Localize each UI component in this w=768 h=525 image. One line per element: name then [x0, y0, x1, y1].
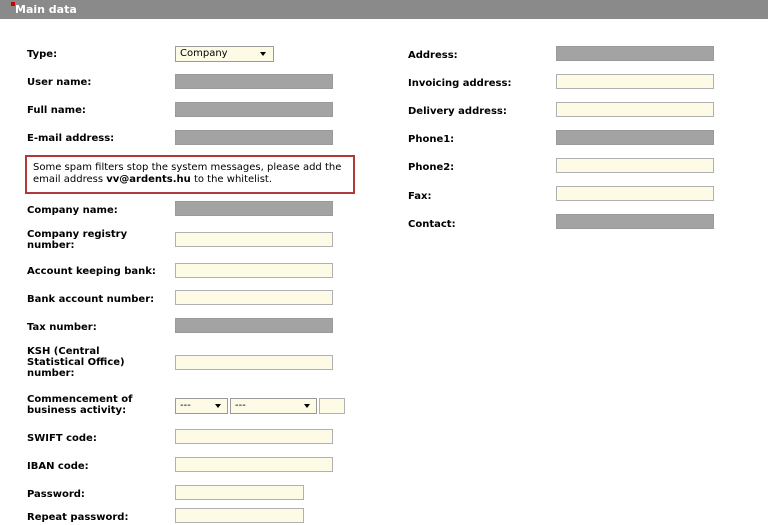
type-label: Type: [27, 49, 58, 60]
fax-field[interactable] [556, 186, 714, 201]
repeat-password-label: Repeat password: [27, 512, 129, 523]
ksh-label-line3: number: [27, 368, 75, 379]
ksh-field[interactable] [175, 355, 333, 370]
user-name-label: User name: [27, 77, 92, 88]
iban-label: IBAN code: [27, 461, 89, 472]
full-name-label: Full name: [27, 105, 86, 116]
commencement-day-field[interactable] [319, 398, 345, 414]
company-registry-label-line1: Company registry [27, 229, 128, 240]
delivery-address-label: Delivery address: [408, 106, 507, 117]
ksh-label-line2: Statistical Office) [27, 357, 125, 368]
chevron-down-icon [260, 52, 266, 56]
address-label: Address: [408, 50, 458, 61]
account-bank-field[interactable] [175, 263, 333, 278]
bank-account-label: Bank account number: [27, 294, 155, 305]
commencement-month-value: --- [235, 400, 246, 411]
swift-field[interactable] [175, 429, 333, 444]
company-name-label: Company name: [27, 205, 118, 216]
delivery-address-field[interactable] [556, 102, 714, 117]
commencement-label-line2: business activity: [27, 405, 127, 416]
iban-field[interactable] [175, 457, 333, 472]
swift-label: SWIFT code: [27, 433, 97, 444]
full-name-field[interactable] [175, 102, 333, 117]
company-registry-label: Company registry number: [27, 229, 127, 251]
phone2-label: Phone2: [408, 162, 455, 173]
fax-label: Fax: [408, 191, 432, 202]
contact-field[interactable] [556, 214, 714, 229]
chevron-down-icon [304, 404, 310, 408]
section-title: Main data [15, 3, 77, 16]
phone1-field[interactable] [556, 130, 714, 145]
chevron-down-icon [215, 404, 221, 408]
user-name-field[interactable] [175, 74, 333, 89]
email-field[interactable] [175, 130, 333, 145]
commencement-year-value: --- [180, 400, 191, 411]
invoicing-address-field[interactable] [556, 74, 714, 89]
invoicing-address-label: Invoicing address: [408, 78, 512, 89]
type-select-value: Company [180, 48, 228, 59]
tax-number-label: Tax number: [27, 322, 97, 333]
commencement-label-line1: Commencement of [27, 394, 133, 405]
repeat-password-field[interactable] [175, 508, 304, 523]
bank-account-field[interactable] [175, 290, 333, 305]
company-registry-label-line2: number: [27, 240, 75, 251]
company-registry-field[interactable] [175, 232, 333, 247]
notice-text-end: to the whitelist. [190, 174, 273, 185]
address-field[interactable] [556, 46, 714, 61]
phone2-field[interactable] [556, 158, 714, 173]
password-field[interactable] [175, 485, 304, 500]
commencement-label: Commencement of business activity: [27, 394, 132, 416]
company-name-field[interactable] [175, 201, 333, 216]
ksh-label-line1: KSH (Central [27, 346, 100, 357]
section-header: Main data [0, 0, 768, 19]
phone1-label: Phone1: [408, 134, 455, 145]
commencement-month-select[interactable]: --- [230, 398, 317, 414]
commencement-year-select[interactable]: --- [175, 398, 228, 414]
spam-filter-notice: Some spam filters stop the system messag… [25, 155, 355, 194]
contact-label: Contact: [408, 219, 456, 230]
email-label: E-mail address: [27, 133, 115, 144]
type-select[interactable]: Company [175, 46, 274, 62]
tax-number-field[interactable] [175, 318, 333, 333]
password-label: Password: [27, 489, 85, 500]
notice-email: vv@ardents.hu [106, 174, 191, 185]
account-bank-label: Account keeping bank: [27, 266, 156, 277]
ksh-label: KSH (Central Statistical Office) number: [27, 346, 125, 379]
